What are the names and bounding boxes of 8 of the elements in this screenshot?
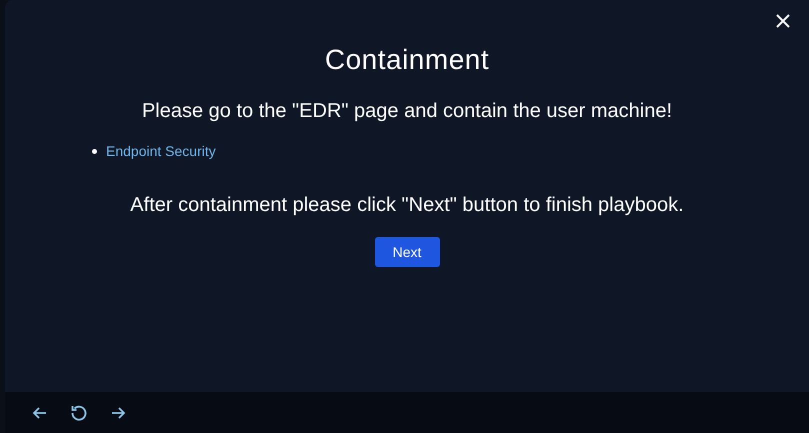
close-button[interactable]	[775, 13, 791, 29]
instruction-text: Please go to the "EDR" page and contain the user machine!	[142, 100, 672, 123]
close-icon	[775, 13, 791, 29]
bullet-icon	[92, 148, 97, 154]
next-button[interactable]: Next	[374, 237, 440, 267]
dialog-title: Containment	[324, 44, 490, 76]
link[interactable]: Endpoint Security	[106, 143, 216, 159]
instruction-text: After containment please click "Next" button to finish playbook.	[129, 193, 685, 217]
